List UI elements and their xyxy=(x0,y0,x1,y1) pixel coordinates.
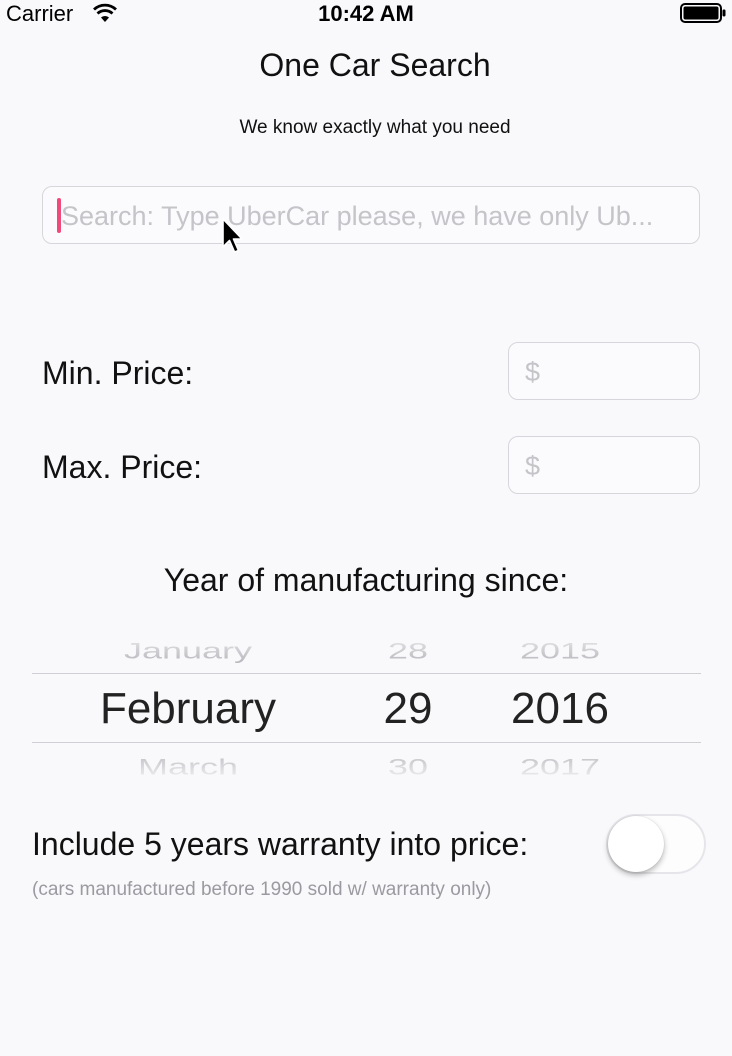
picker-year-prev[interactable]: 2015 xyxy=(490,638,630,664)
year-heading: Year of manufacturing since: xyxy=(163,562,569,598)
warranty-note: (cars manufactured before 1990 sold w/ w… xyxy=(32,879,492,900)
date-picker[interactable]: January February March 28 29 30 2015 201… xyxy=(0,628,732,784)
battery-icon xyxy=(680,3,726,23)
status-bar: Carrier 10:42 AM xyxy=(0,0,732,28)
min-price-label: Min. Price: xyxy=(42,355,194,391)
text-caret xyxy=(57,198,61,233)
min-price-field[interactable] xyxy=(508,342,700,401)
min-price-input[interactable] xyxy=(523,343,697,401)
picker-selection-top-line xyxy=(32,673,701,674)
status-time: 10:42 AM xyxy=(318,1,414,26)
page-title: One Car Search xyxy=(259,47,491,83)
picker-year-next[interactable]: 2017 xyxy=(490,754,630,780)
mouse-pointer-icon xyxy=(222,218,243,253)
picker-day-next[interactable]: 30 xyxy=(358,754,458,780)
picker-month-next[interactable]: March xyxy=(88,754,288,780)
warranty-toggle[interactable] xyxy=(606,814,706,874)
max-price-label: Max. Price: xyxy=(42,449,203,485)
picker-selection-bottom-line xyxy=(32,742,701,743)
picker-year-selected[interactable]: 2016 xyxy=(490,684,630,734)
picker-day-selected[interactable]: 29 xyxy=(358,684,458,734)
max-price-input[interactable] xyxy=(523,437,697,495)
page-subtitle: We know exactly what you need xyxy=(239,117,511,138)
max-price-field[interactable] xyxy=(508,436,700,495)
search-input[interactable] xyxy=(59,187,693,245)
picker-day-prev[interactable]: 28 xyxy=(358,638,458,664)
toggle-knob[interactable] xyxy=(608,816,664,872)
picker-month-selected[interactable]: February xyxy=(68,684,308,734)
search-box[interactable] xyxy=(42,186,700,245)
picker-month-prev[interactable]: January xyxy=(88,638,288,664)
warranty-label: Include 5 years warranty into price: xyxy=(32,826,529,862)
